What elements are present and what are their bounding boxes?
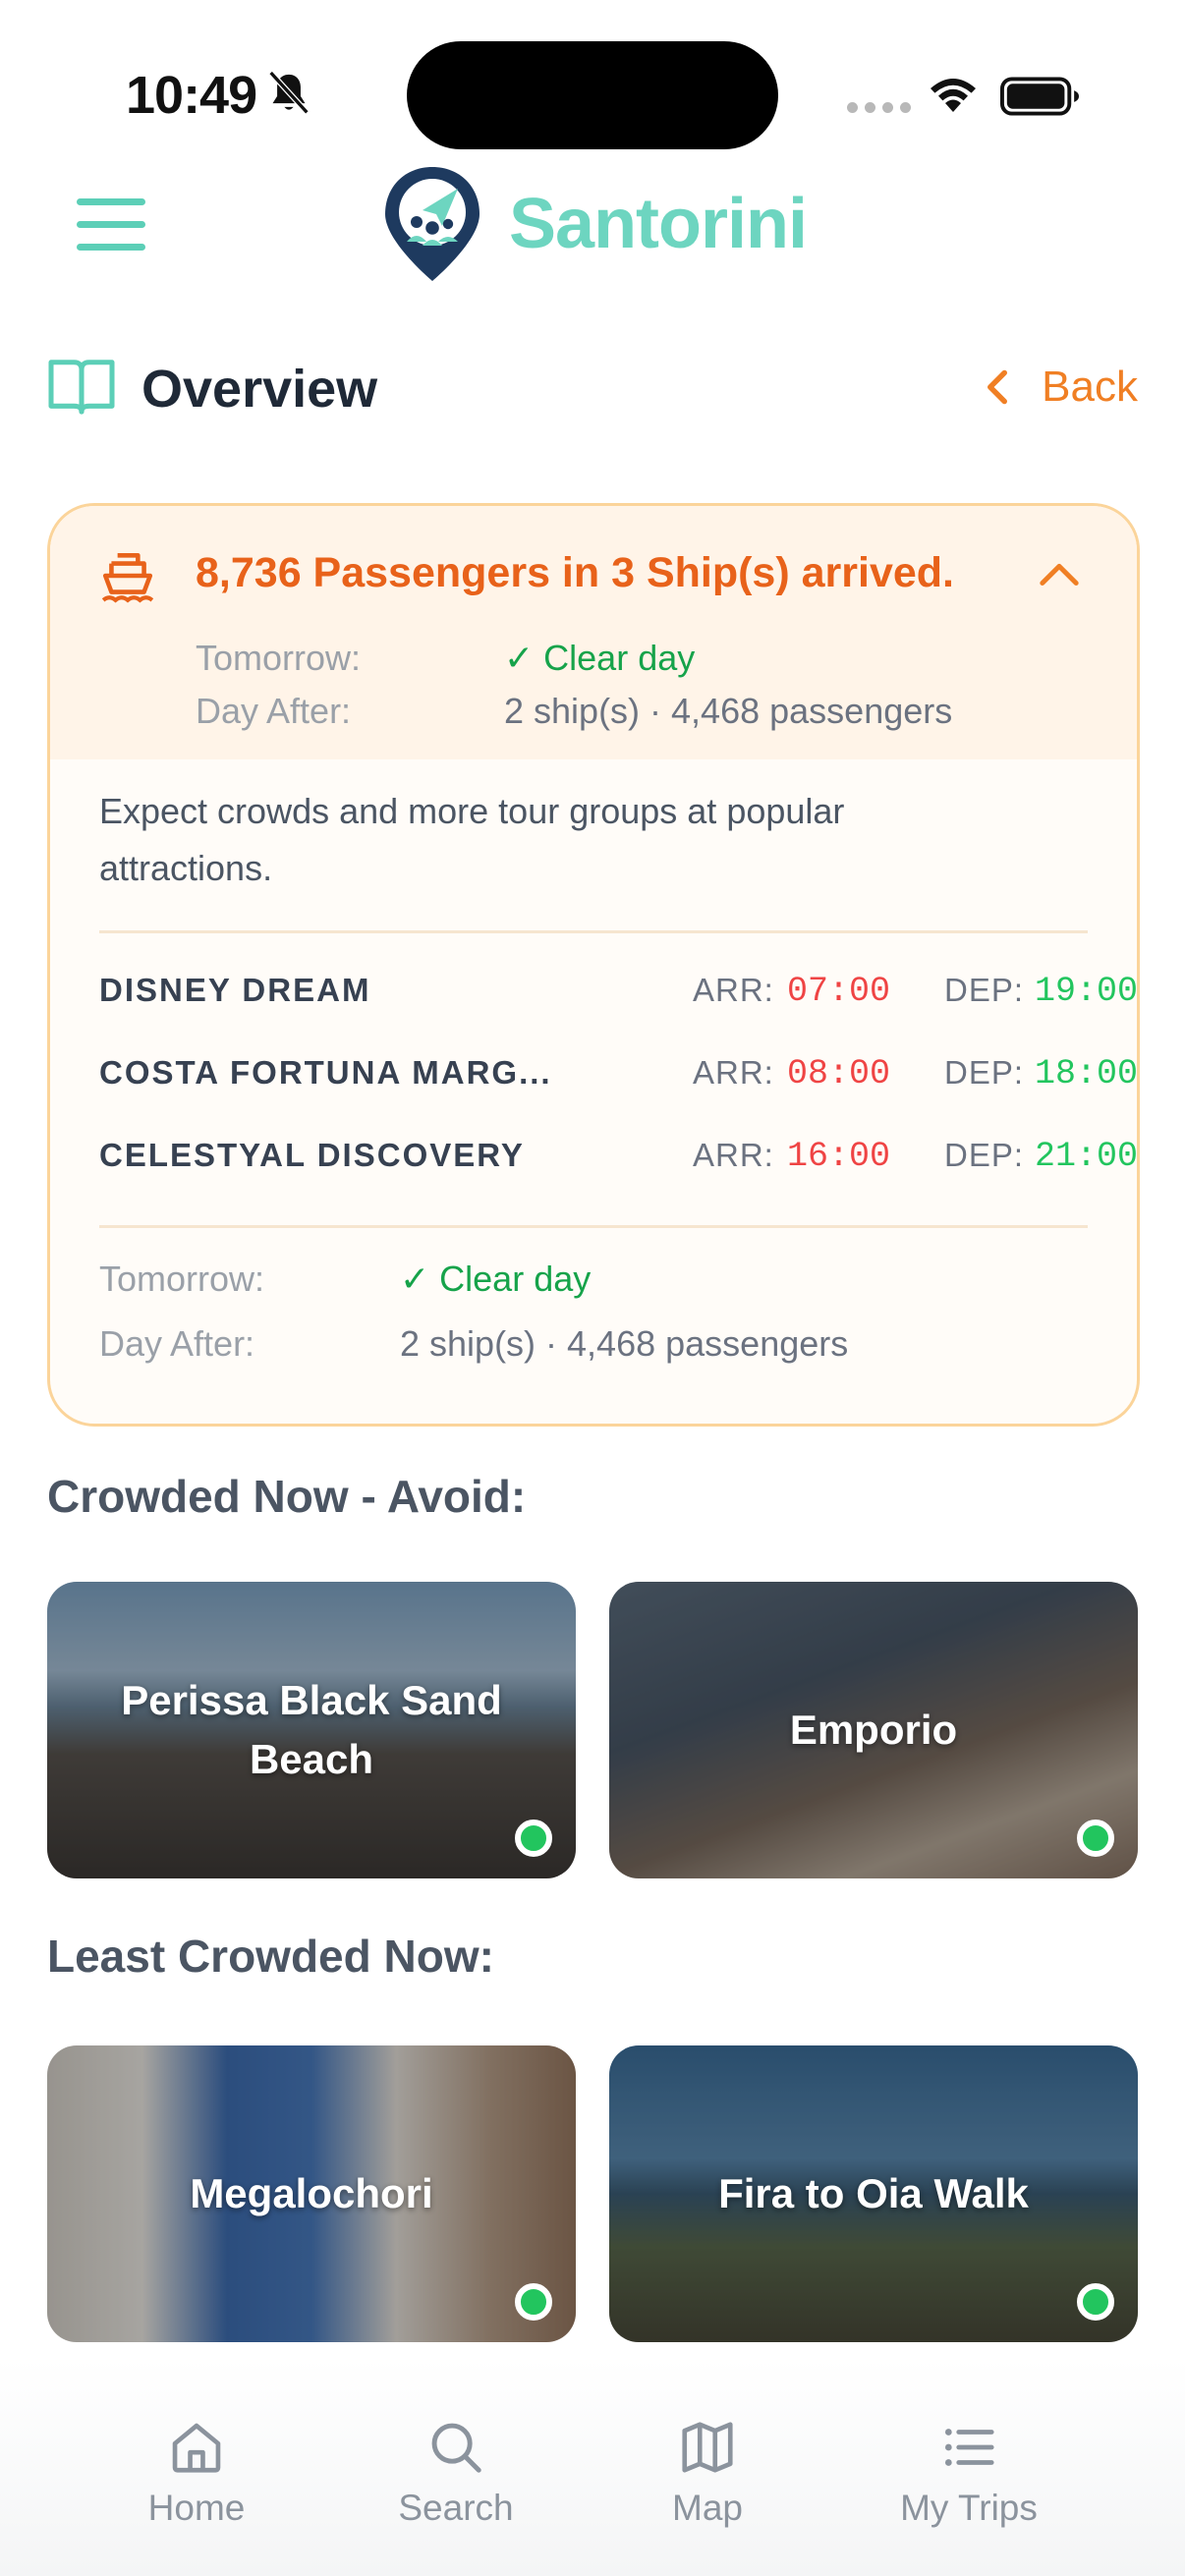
departure-label: DEP:	[944, 1137, 1025, 1173]
ship-row: COSTA FORTUNA MARG... ARR: 08:00 DEP: 18…	[99, 1050, 1137, 1099]
status-dot	[1077, 2283, 1114, 2321]
page-title: Overview	[141, 360, 378, 419]
battery-icon	[1000, 77, 1080, 116]
arrival-label: ARR:	[693, 1137, 774, 1173]
ship-icon	[101, 553, 154, 603]
crowded-section-title: Crowded Now - Avoid:	[47, 1471, 527, 1522]
crowd-description: Expect crowds and more tour groups at po…	[99, 791, 845, 888]
summary-day-after-value: 2 ship(s) · 4,468 passengers	[504, 691, 953, 731]
back-button[interactable]: Back	[983, 363, 1138, 412]
cellular-signal-icon	[847, 102, 911, 113]
departure-label: DEP:	[944, 972, 1025, 1008]
tab-home[interactable]: Home	[88, 2417, 305, 2529]
book-open-icon	[48, 360, 115, 415]
status-dot	[515, 1820, 552, 1857]
passenger-headline: 8,736 Passengers in 3 Ship(s) arrived.	[196, 549, 954, 596]
departure-time: 19:00	[1035, 972, 1139, 1011]
tab-map[interactable]: Map	[599, 2417, 816, 2529]
summary-day-after-label: Day After:	[196, 691, 352, 731]
overview-header: Overview Back	[47, 349, 1138, 427]
place-name: Perissa Black Sand Beach	[121, 1677, 502, 1782]
footer-tomorrow-label: Tomorrow:	[99, 1259, 265, 1299]
cruise-alert-card: 8,736 Passengers in 3 Ship(s) arrived. T…	[47, 503, 1140, 1427]
place-name: Fira to Oia Walk	[718, 2170, 1029, 2216]
divider	[99, 1225, 1088, 1228]
arrival-time: 07:00	[787, 972, 891, 1011]
departure-label: DEP:	[944, 1054, 1025, 1091]
arrival-time: 08:00	[787, 1054, 891, 1093]
dynamic-island	[407, 41, 778, 149]
place-card-least-crowded[interactable]: Fira to Oia Walk	[609, 2045, 1138, 2342]
place-card-least-crowded[interactable]: Megalochori	[47, 2045, 576, 2342]
app-logo-icon	[385, 167, 480, 281]
map-icon	[682, 2422, 733, 2473]
home-icon	[172, 2423, 221, 2473]
ship-row: DISNEY DREAM ARR: 07:00 DEP: 19:00	[99, 968, 1137, 1017]
footer-day-after-label: Day After:	[99, 1323, 255, 1364]
ship-name: COSTA FORTUNA MARG...	[99, 1054, 552, 1091]
status-dot	[1077, 1820, 1114, 1857]
summary-tomorrow-label: Tomorrow:	[196, 638, 362, 678]
tab-search[interactable]: Search	[348, 2417, 564, 2529]
hamburger-menu-icon[interactable]	[77, 198, 145, 253]
least-crowded-section-title: Least Crowded Now:	[47, 1931, 494, 1982]
chevron-up-icon[interactable]	[1039, 559, 1080, 588]
tab-label: Search	[398, 2488, 514, 2528]
status-dot	[515, 2283, 552, 2321]
footer-tomorrow-value: ✓ Clear day	[400, 1259, 592, 1299]
card-header[interactable]: 8,736 Passengers in 3 Ship(s) arrived. T…	[50, 506, 1137, 759]
tab-label: Home	[147, 2488, 246, 2528]
tab-label: Map	[672, 2488, 743, 2528]
ship-name: CELESTYAL DISCOVERY	[99, 1137, 525, 1173]
tab-label: My Trips	[900, 2488, 1038, 2528]
wifi-icon	[931, 79, 976, 112]
place-card-crowded[interactable]: Perissa Black Sand Beach	[47, 1582, 576, 1878]
summary-tomorrow-value: ✓ Clear day	[504, 638, 696, 678]
brand[interactable]: Santorini	[379, 163, 808, 285]
status-bar: 10:49	[0, 0, 1185, 157]
divider	[99, 930, 1088, 933]
place-name: Megalochori	[190, 2170, 433, 2216]
arrival-time: 16:00	[787, 1137, 891, 1176]
ship-name: DISNEY DREAM	[99, 972, 371, 1008]
place-name: Emporio	[789, 1707, 958, 1753]
chevron-left-icon	[988, 369, 1008, 405]
ship-row: CELESTYAL DISCOVERY ARR: 16:00 DEP: 21:0…	[99, 1133, 1137, 1182]
departure-time: 21:00	[1035, 1137, 1139, 1176]
bottom-tab-bar: Home Search Map My Trips	[0, 2358, 1185, 2576]
place-card-crowded[interactable]: Emporio	[609, 1582, 1138, 1878]
arrival-label: ARR:	[693, 1054, 774, 1091]
app-header: Santorini	[0, 157, 1185, 295]
tab-my-trips[interactable]: My Trips	[861, 2417, 1077, 2529]
list-icon	[944, 2429, 994, 2466]
search-icon	[431, 2423, 481, 2473]
app-name: Santorini	[509, 185, 808, 263]
departure-time: 18:00	[1035, 1054, 1139, 1093]
status-time: 10:49	[126, 66, 257, 125]
bell-off-icon	[268, 71, 310, 115]
arrival-label: ARR:	[693, 972, 774, 1008]
back-label: Back	[1042, 363, 1138, 411]
footer-day-after-value: 2 ship(s) · 4,468 passengers	[400, 1323, 849, 1364]
